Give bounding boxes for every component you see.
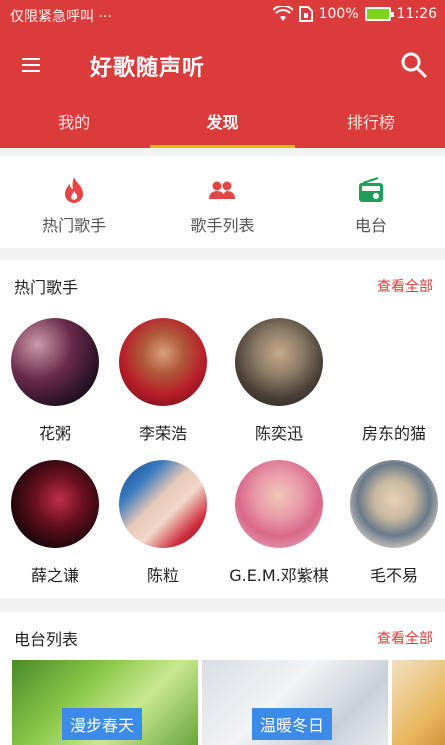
singer-name: 薛之谦: [30, 566, 79, 585]
singer-name: G.E.M.邓紫棋: [229, 566, 329, 585]
singer-name: 陈奕迅: [254, 424, 303, 443]
singer-card[interactable]: 李荣浩: [108, 318, 218, 444]
carrier-text: 仅限紧急呼叫 ···: [10, 9, 112, 25]
tab-charts[interactable]: 排行榜: [297, 100, 445, 148]
battery-percent: 100%: [318, 6, 359, 22]
radio-icon: [358, 177, 383, 202]
quick-label: 热门歌手: [42, 216, 107, 235]
singer-card[interactable]: 花粥: [0, 318, 110, 444]
singer-name: 李荣浩: [138, 424, 187, 443]
people-icon: [209, 181, 236, 199]
flame-icon: [65, 177, 84, 203]
singer-card[interactable]: 陈奕迅: [224, 318, 334, 444]
avatar: [11, 318, 99, 406]
section-title: 电台列表: [14, 630, 79, 649]
singer-name: 毛不易: [369, 566, 418, 585]
radio-list-section: 电台列表 查看全部 漫步春天 温暖冬日: [0, 612, 445, 745]
top-header: 仅限紧急呼叫 ··· 100% 11:26 好歌随声听 我的 发现 排行榜: [0, 0, 445, 148]
avatar: [350, 318, 438, 406]
quick-singer-list[interactable]: 歌手列表: [148, 156, 296, 248]
tab-discover[interactable]: 发现: [148, 100, 296, 148]
wifi-icon: [272, 6, 293, 21]
hot-singers-section: 热门歌手 查看全部 花粥 李荣浩 陈奕迅 房东的猫 薛之谦 陈粒 G.E.M.邓…: [0, 260, 445, 598]
status-right: 100% 11:26: [272, 6, 437, 22]
main-tabs: 我的 发现 排行榜: [0, 100, 445, 148]
app-title: 好歌随声听: [90, 56, 206, 81]
quick-radio[interactable]: 电台: [297, 156, 445, 248]
sim-icon: [298, 6, 313, 22]
singer-name: 花粥: [38, 424, 71, 443]
radio-name: 漫步春天: [62, 708, 143, 740]
singer-name: 陈粒: [146, 566, 179, 585]
avatar: [119, 318, 207, 406]
clock: 11:26: [396, 6, 437, 22]
singer-card[interactable]: G.E.M.邓紫棋: [224, 460, 334, 586]
section-header: 电台列表 查看全部: [0, 612, 445, 660]
section-title: 热门歌手: [14, 278, 79, 297]
avatar: [235, 460, 323, 548]
quick-hot-singers[interactable]: 热门歌手: [0, 156, 148, 248]
singer-card[interactable]: 毛不易: [339, 460, 445, 586]
view-all-radio-link[interactable]: 查看全部: [377, 628, 433, 648]
radio-name: 温暖冬日: [252, 708, 333, 740]
app-bar: 好歌随声听: [0, 30, 445, 100]
section-header: 热门歌手 查看全部: [0, 260, 445, 308]
avatar: [350, 460, 438, 548]
tab-mine[interactable]: 我的: [0, 100, 148, 148]
quick-label: 歌手列表: [190, 216, 255, 235]
radio-card[interactable]: [392, 660, 445, 745]
quick-links: 热门歌手 歌手列表 电台: [0, 156, 445, 248]
radio-card[interactable]: 温暖冬日: [202, 660, 388, 745]
singer-card[interactable]: 陈粒: [108, 460, 218, 586]
quick-label: 电台: [354, 216, 387, 235]
avatar: [11, 460, 99, 548]
avatar: [235, 318, 323, 406]
singer-name: 房东的猫: [361, 424, 426, 443]
battery-icon: [364, 7, 394, 21]
status-bar: 仅限紧急呼叫 ··· 100% 11:26: [0, 0, 445, 30]
avatar: [119, 460, 207, 548]
view-all-singers-link[interactable]: 查看全部: [377, 276, 433, 296]
radio-card[interactable]: 漫步春天: [12, 660, 198, 745]
singer-card[interactable]: 薛之谦: [0, 460, 110, 586]
singer-card[interactable]: 房东的猫: [339, 318, 445, 444]
search-icon[interactable]: [399, 50, 429, 80]
menu-icon[interactable]: [22, 54, 48, 76]
